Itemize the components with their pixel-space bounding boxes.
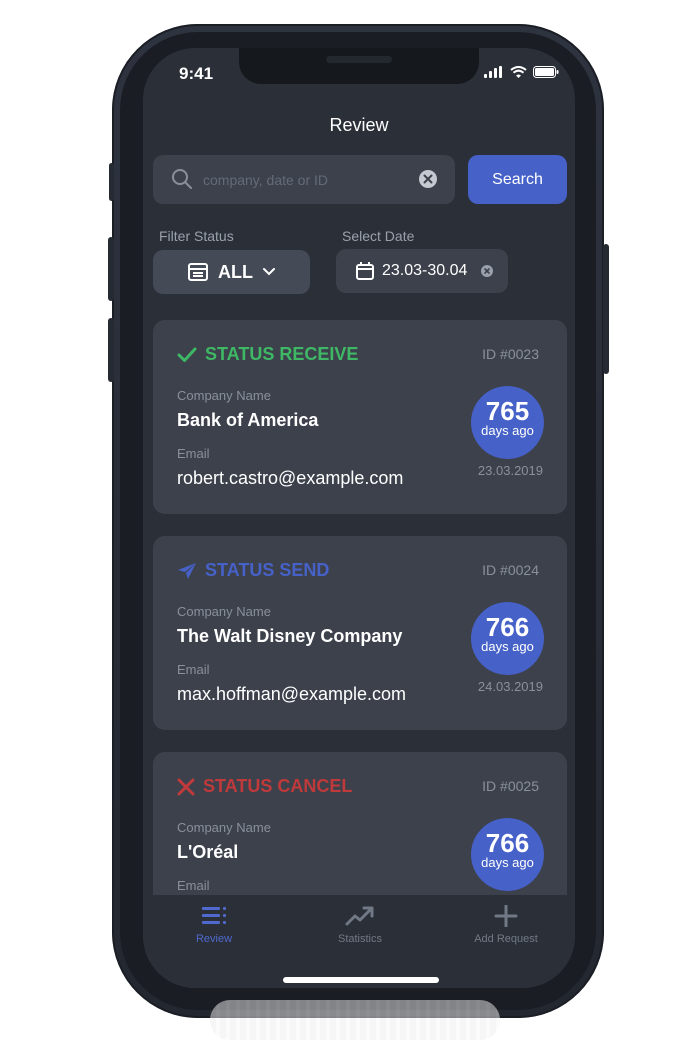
status-text: STATUS SEND [205, 560, 330, 580]
tab-bar: Review Statistics Add Request [143, 895, 575, 988]
email-value: max.hoffman@example.com [177, 684, 407, 704]
notch [239, 48, 479, 84]
days-ago-badge: 766 days ago [471, 818, 544, 891]
card-status: STATUS CANCEL [177, 776, 352, 797]
inbox-icon [188, 263, 208, 281]
email-value: robert.castro@example.com [177, 468, 404, 488]
status-filter-dropdown[interactable]: ALL [153, 250, 310, 294]
volume-down-button [108, 318, 114, 382]
email-label: Email [177, 446, 210, 461]
request-date: 24.03.2019 [477, 679, 543, 694]
company-name: The Walt Disney Company [177, 626, 403, 646]
request-date: 23.03.2019 [477, 463, 543, 478]
request-id: ID #0024 [482, 562, 539, 578]
silent-switch [109, 163, 114, 201]
company-label: Company Name [177, 604, 271, 619]
request-id: ID #0023 [482, 346, 539, 362]
days-ago-badge: 765 days ago [471, 386, 544, 459]
battery-icon [533, 66, 559, 78]
days-ago-badge: 766 days ago [471, 602, 544, 675]
search-box[interactable] [153, 155, 455, 204]
signal-icon [484, 66, 502, 78]
home-indicator [283, 977, 439, 983]
plus-icon [494, 905, 518, 927]
company-name: L'Oréal [177, 842, 239, 862]
floor-reflection [210, 1000, 500, 1040]
days-count: 766 [485, 828, 530, 858]
search-input[interactable] [203, 155, 413, 204]
tab-label: Add Request [474, 933, 538, 945]
company-label: Company Name [177, 388, 271, 403]
tab-statistics[interactable]: Statistics [305, 905, 415, 945]
company-label: Company Name [177, 820, 271, 835]
clear-date-icon[interactable] [481, 265, 494, 277]
wifi-icon [510, 66, 527, 78]
days-label: days ago [481, 423, 534, 438]
x-icon [177, 778, 195, 795]
page-title: Review [329, 115, 389, 135]
tab-review[interactable]: Review [159, 905, 269, 945]
status-time: 9:41 [179, 64, 214, 83]
date-filter-select[interactable]: 23.03-30.04 [336, 249, 508, 293]
send-icon [178, 562, 196, 579]
clear-icon[interactable] [418, 169, 438, 189]
company-name: Bank of America [177, 410, 319, 430]
volume-up-button [108, 237, 114, 301]
status-icons [484, 66, 559, 78]
trend-icon [345, 906, 374, 926]
tab-label: Statistics [337, 933, 382, 945]
speaker [326, 56, 392, 63]
status-text: STATUS CANCEL [203, 776, 353, 796]
days-label: days ago [481, 639, 534, 654]
request-card[interactable]: STATUS RECEIVE ID #0023 Company Name Ban… [153, 320, 567, 514]
status-filter-value: ALL [218, 261, 253, 282]
request-card[interactable]: STATUS SEND ID #0024 Company Name The Wa… [153, 536, 567, 730]
days-count: 765 [485, 396, 530, 426]
card-status: STATUS RECEIVE [177, 344, 358, 365]
filter-status-label: Filter Status [159, 228, 234, 244]
email-label: Email [177, 662, 210, 677]
calendar-icon [356, 262, 374, 280]
chevron-down-icon [263, 268, 275, 276]
request-id: ID #0025 [482, 778, 539, 794]
tab-add-request[interactable]: Add Request [451, 905, 561, 945]
tab-label: Review [195, 933, 233, 945]
app-screen: 9:41 Review Search Filter [143, 48, 575, 988]
search-icon [172, 169, 192, 189]
power-button [603, 244, 609, 374]
days-label: days ago [481, 855, 534, 870]
list-icon [202, 907, 226, 924]
select-date-label: Select Date [342, 228, 415, 244]
days-count: 766 [485, 612, 530, 642]
status-text: STATUS RECEIVE [205, 344, 359, 364]
date-filter-value: 23.03-30.04 [382, 262, 468, 279]
card-status: STATUS SEND [177, 560, 329, 581]
check-icon [177, 347, 197, 362]
search-button[interactable]: Search [468, 155, 567, 204]
email-label: Email [177, 878, 210, 893]
